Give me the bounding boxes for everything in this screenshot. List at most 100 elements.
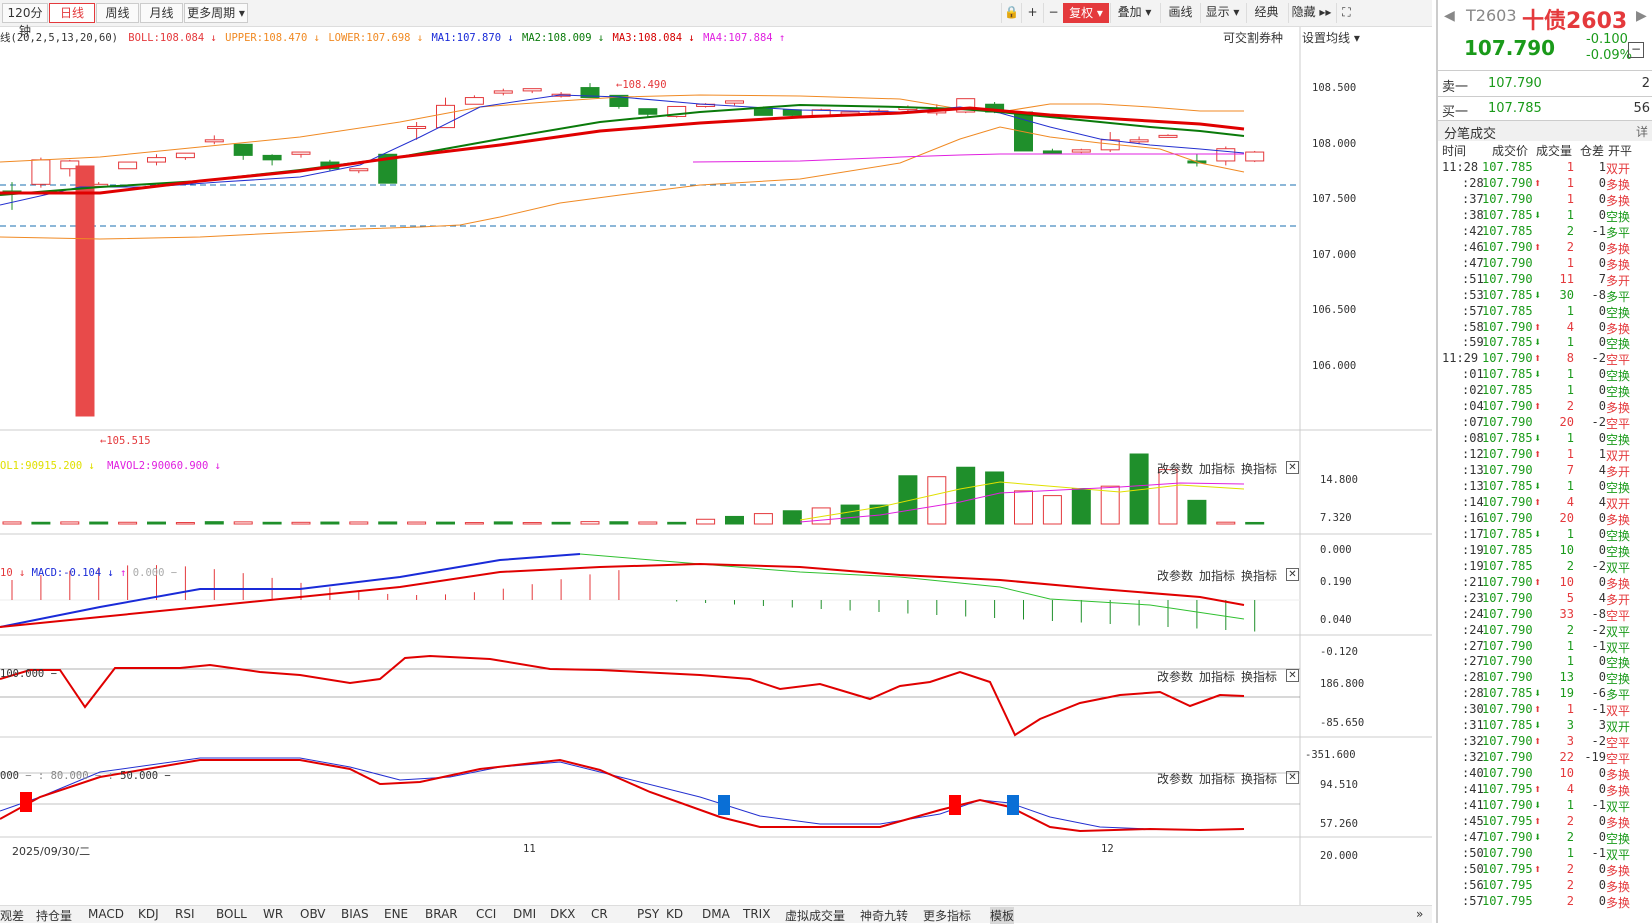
tick-row: :47 107.790 1 0 多换: [1440, 256, 1652, 272]
indicator-tab-2[interactable]: MACD: [88, 907, 124, 921]
period-tab-1[interactable]: 日线: [49, 3, 95, 23]
toolbar-item-5[interactable]: 画线: [1160, 3, 1200, 23]
deliverable-bonds-button[interactable]: 可交割券种: [1223, 29, 1283, 46]
tick-oi-diff: 0: [1599, 894, 1606, 908]
tick-oi-diff: 0: [1599, 256, 1606, 270]
indicator-tab-1[interactable]: 持仓量: [36, 907, 72, 924]
tick-row: :02 107.785 1 0 空换: [1440, 383, 1652, 399]
panel-swap-button[interactable]: 换指标: [1241, 567, 1277, 584]
prev-contract-arrow[interactable]: ◀: [1444, 8, 1455, 24]
tabs-scroll-right-icon[interactable]: »: [1416, 907, 1423, 921]
indicator-tab-8[interactable]: BIAS: [341, 907, 369, 921]
close-panel-icon[interactable]: ✕: [1286, 771, 1299, 784]
indicator-tab-5[interactable]: BOLL: [216, 907, 247, 921]
x-axis-month-12: 12: [1101, 843, 1114, 855]
price-axis-label: 107.000: [1312, 249, 1356, 261]
collapse-button[interactable]: −: [1628, 42, 1644, 58]
indicator-tab-19[interactable]: 虚拟成交量: [785, 907, 845, 924]
indicator-tab-13[interactable]: DKX: [550, 907, 575, 921]
boll-prefix: 线(20,2,5,13,20,60): [0, 32, 118, 44]
tick-oi-diff: 1: [1599, 160, 1606, 174]
indicator-tab-7[interactable]: OBV: [300, 907, 326, 921]
close-panel-icon[interactable]: ✕: [1286, 568, 1299, 581]
indicator-tab-15[interactable]: PSY: [637, 907, 659, 921]
indicator-tab-6[interactable]: WR: [263, 907, 283, 921]
set-ma-button[interactable]: 设置均线 ▾: [1302, 29, 1360, 46]
volume-bar: [32, 522, 50, 524]
panel-swap-button[interactable]: 换指标: [1241, 770, 1277, 787]
indicator-tab-4[interactable]: RSI: [175, 907, 195, 921]
indicator-tab-11[interactable]: CCI: [476, 907, 496, 921]
col-price: 成交价: [1492, 142, 1528, 159]
panel-add-button[interactable]: 加指标: [1199, 567, 1235, 584]
toolbar-item-8[interactable]: 隐藏 ▸▸: [1288, 3, 1334, 23]
ticks-detail-button[interactable]: 详: [1636, 123, 1648, 140]
sub-axis-label: 20.000: [1320, 850, 1358, 862]
panel-add-button[interactable]: 加指标: [1199, 668, 1235, 685]
toolbar-item-0[interactable]: 🔒: [1001, 3, 1021, 23]
indicator-tab-16[interactable]: KD: [666, 907, 683, 921]
period-tab-3[interactable]: 月线: [140, 3, 183, 23]
volume-bar: [957, 467, 975, 524]
indicator-tab-3[interactable]: KDJ: [138, 907, 159, 921]
period-tab-2[interactable]: 周线: [96, 3, 139, 23]
period-tab-0[interactable]: 120分钟: [2, 3, 48, 23]
tick-row: :31 107.785 ⬇ 3 3 双开: [1440, 718, 1652, 734]
toolbar-item-1[interactable]: +: [1021, 3, 1043, 23]
panel-swap-button[interactable]: 换指标: [1241, 668, 1277, 685]
panel-add-button[interactable]: 加指标: [1199, 770, 1235, 787]
tick-volume: 1: [1567, 479, 1574, 493]
chart-area[interactable]: 线(20,2,5,13,20,60) BOLL:108.084 ↓ UPPER:…: [0, 27, 1432, 907]
tick-time: :56: [1462, 878, 1484, 892]
panel-change-button[interactable]: 改参数: [1157, 770, 1193, 787]
indicator-tab-0[interactable]: 观差: [0, 907, 24, 924]
volume-bar: [1159, 470, 1177, 524]
indicator-tab-20[interactable]: 神奇九转: [860, 907, 908, 924]
bid-row: 买一 107.785 56: [1442, 101, 1650, 119]
indicator-tab-21[interactable]: 更多指标: [923, 907, 971, 924]
period-tab-4[interactable]: 更多周期 ▾: [184, 3, 248, 23]
tick-type: 空平: [1606, 415, 1630, 432]
tick-time: :50: [1462, 862, 1484, 876]
next-contract-arrow[interactable]: ▶: [1636, 8, 1647, 24]
close-panel-icon[interactable]: ✕: [1286, 461, 1299, 474]
fullscreen-icon[interactable]: ⛶: [1336, 3, 1356, 23]
tick-type: 多换: [1606, 192, 1630, 209]
mavol1-value: OL1:90915.200: [0, 460, 82, 472]
tick-price: 107.790: [1482, 176, 1533, 190]
toolbar-item-7[interactable]: 经典: [1246, 3, 1286, 23]
price-axis-label: 106.000: [1312, 360, 1356, 372]
indicator-tab-22[interactable]: 模板: [990, 907, 1014, 924]
tick-time: :38: [1462, 208, 1484, 222]
indicator-tab-9[interactable]: ENE: [384, 907, 408, 921]
panel-change-button[interactable]: 改参数: [1157, 567, 1193, 584]
close-panel-icon[interactable]: ✕: [1286, 669, 1299, 682]
tick-oi-diff: 0: [1599, 304, 1606, 318]
indicator-tab-10[interactable]: BRAR: [425, 907, 458, 921]
panel-add-button[interactable]: 加指标: [1199, 460, 1235, 477]
tick-oi-diff: 0: [1599, 192, 1606, 206]
ask-row: 卖一 107.790 2: [1442, 76, 1650, 94]
toolbar-item-2[interactable]: −: [1043, 3, 1063, 23]
tick-oi-diff: 0: [1599, 782, 1606, 796]
toolbar-item-6[interactable]: 显示 ▾: [1200, 3, 1244, 23]
dif-line-up: [0, 554, 580, 627]
indicator-tab-12[interactable]: DMI: [513, 907, 536, 921]
candle-body: [350, 169, 368, 171]
indicator-tab-14[interactable]: CR: [591, 907, 608, 921]
panel-swap-button[interactable]: 换指标: [1241, 460, 1277, 477]
volume-bar: [437, 522, 455, 524]
tick-price: 107.795: [1482, 782, 1533, 796]
tick-volume: 2: [1567, 399, 1574, 413]
candle-body: [1072, 150, 1090, 152]
candle-body: [639, 109, 657, 115]
toolbar-item-4[interactable]: 叠加 ▾: [1110, 3, 1158, 23]
indicator-tab-18[interactable]: TRIX: [743, 907, 770, 921]
tick-type: 空换: [1606, 543, 1630, 560]
toolbar-item-3[interactable]: 复权 ▾: [1063, 3, 1109, 23]
tick-time: :13: [1462, 463, 1484, 477]
panel-change-button[interactable]: 改参数: [1157, 668, 1193, 685]
panel-change-button[interactable]: 改参数: [1157, 460, 1193, 477]
macd-prefix: 10: [0, 567, 13, 579]
indicator-tab-17[interactable]: DMA: [702, 907, 730, 921]
